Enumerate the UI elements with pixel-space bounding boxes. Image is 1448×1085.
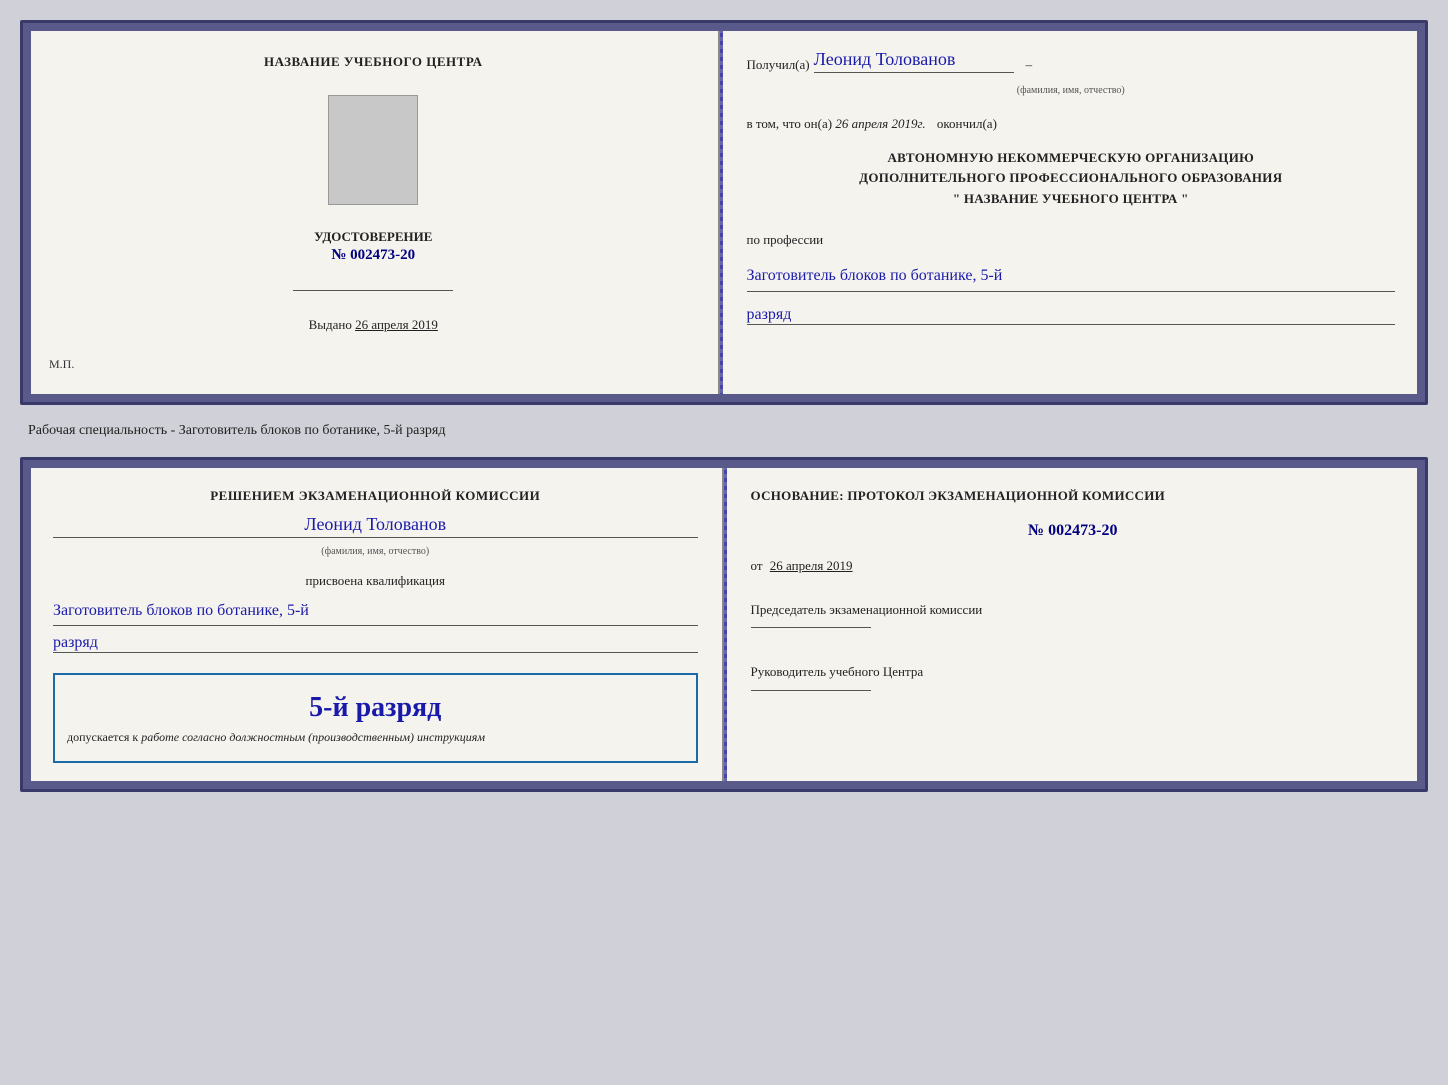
photo-placeholder	[328, 95, 418, 205]
issued-label: Выдано	[309, 317, 352, 332]
document2-card: Решением экзаменационной комиссии Леонид…	[20, 457, 1428, 792]
org-line3: " НАЗВАНИЕ УЧЕБНОГО ЦЕНТРА "	[747, 189, 1396, 210]
training-center-label: НАЗВАНИЕ УЧЕБНОГО ЦЕНТРА	[264, 53, 483, 71]
cert-number: № 002473-20	[314, 247, 432, 264]
basis-label: Основание: протокол экзаменационной коми…	[751, 486, 1396, 506]
fio-label: (фамилия, имя, отчество)	[747, 85, 1396, 96]
director-section: Руководитель учебного Центра	[751, 662, 1396, 699]
fio-sub: (фамилия, имя, отчество)	[747, 83, 1396, 96]
stamp-rank: 5-й разряд	[67, 692, 684, 724]
director-sign-line	[751, 690, 871, 691]
doc2-profession: Заготовитель блоков по ботанике, 5-й	[53, 597, 698, 627]
doc1-inner: НАЗВАНИЕ УЧЕБНОГО ЦЕНТРА УДОСТОВЕРЕНИЕ №…	[23, 23, 1425, 402]
cert-number-section: УДОСТОВЕРЕНИЕ № 002473-20	[314, 229, 432, 264]
issued-date: 26 апреля 2019	[355, 317, 438, 332]
chairman-section: Председатель экзаменационной комиссии	[751, 600, 1396, 637]
assigned-label: присвоена квалификация	[53, 573, 698, 589]
protocol-number: № 002473-20	[751, 522, 1396, 540]
doc2-right-panel: Основание: протокол экзаменационной коми…	[727, 466, 1420, 783]
profession-label: по профессии	[747, 232, 1396, 248]
document1-card: НАЗВАНИЕ УЧЕБНОГО ЦЕНТРА УДОСТОВЕРЕНИЕ №…	[20, 20, 1428, 405]
org-block: АВТОНОМНУЮ НЕКОММЕРЧЕСКУЮ ОРГАНИЗАЦИЮ ДО…	[747, 148, 1396, 210]
statement-prefix: в том, что он(а)	[747, 116, 833, 131]
specialty-description: Рабочая специальность - Заготовитель бло…	[20, 423, 1428, 439]
doc1-left-panel: НАЗВАНИЕ УЧЕБНОГО ЦЕНТРА УДОСТОВЕРЕНИЕ №…	[29, 29, 720, 396]
statement-line: в том, что он(а) 26 апреля 2019г. окончи…	[747, 114, 1396, 134]
date-value: 26 апреля 2019	[770, 558, 853, 573]
date-line: от 26 апреля 2019	[751, 558, 1396, 574]
chairman-label: Председатель экзаменационной комиссии	[751, 600, 1396, 620]
recipient-line: Получил(а) Леонид Толованов –	[747, 49, 1396, 73]
cert-issued: Выдано 26 апреля 2019	[309, 317, 438, 333]
statement-date: 26 апреля 2019г.	[835, 116, 925, 131]
recipient-name: Леонид Толованов	[814, 49, 1014, 73]
stamp-box: 5-й разряд допускается к работе согласно…	[53, 673, 698, 763]
doc1-right-panel: Получил(а) Леонид Толованов – (фамилия, …	[723, 29, 1420, 396]
director-label: Руководитель учебного Центра	[751, 662, 1396, 682]
decision-text: Решением экзаменационной комиссии	[53, 486, 698, 506]
doc2-left-panel: Решением экзаменационной комиссии Леонид…	[29, 466, 724, 783]
date-prefix: от	[751, 558, 763, 573]
dash: –	[1026, 57, 1033, 73]
stamp-italic: работе согласно должностным (производств…	[141, 730, 485, 744]
doc2-rank: разряд	[53, 634, 698, 653]
statement-suffix: окончил(а)	[937, 116, 997, 131]
received-prefix: Получил(а)	[747, 57, 810, 73]
chairman-sign-line	[751, 627, 871, 628]
doc2-inner: Решением экзаменационной комиссии Леонид…	[23, 460, 1425, 789]
stamp-допускается: допускается к работе согласно должностны…	[67, 730, 684, 745]
org-line2: ДОПОЛНИТЕЛЬНОГО ПРОФЕССИОНАЛЬНОГО ОБРАЗО…	[747, 168, 1396, 189]
cert-line-1	[293, 290, 453, 291]
doc2-name: Леонид Толованов	[53, 514, 698, 538]
stamp-допускается-label: допускается к	[67, 730, 138, 744]
org-line1: АВТОНОМНУЮ НЕКОММЕРЧЕСКУЮ ОРГАНИЗАЦИЮ	[747, 148, 1396, 169]
mp-label: М.П.	[49, 357, 74, 372]
udostoverenie-label: УДОСТОВЕРЕНИЕ	[314, 229, 432, 245]
doc2-fio-label: (фамилия, имя, отчество)	[53, 546, 698, 557]
profession-value: Заготовитель блоков по ботанике, 5-й	[747, 262, 1396, 292]
page-wrapper: НАЗВАНИЕ УЧЕБНОГО ЦЕНТРА УДОСТОВЕРЕНИЕ №…	[20, 20, 1428, 792]
rank-value: разряд	[747, 306, 1396, 325]
